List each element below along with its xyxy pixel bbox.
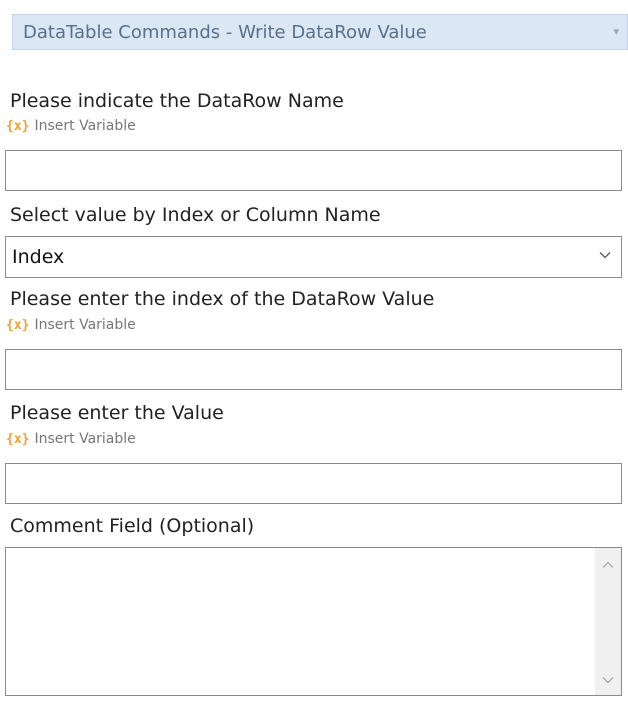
dropdown-arrow-icon: ▾ [613, 25, 619, 38]
index-insert-variable[interactable]: {x} Insert Variable [6, 317, 136, 333]
value-insert-variable[interactable]: {x} Insert Variable [6, 431, 136, 447]
comment-label: Comment Field (Optional) [10, 515, 255, 537]
index-label: Please enter the index of the DataRow Va… [10, 288, 435, 310]
datarow-name-label: Please indicate the DataRow Name [10, 90, 344, 112]
datarow-name-input[interactable] [5, 150, 622, 191]
value-label: Please enter the Value [10, 402, 224, 424]
select-mode-value: Index [12, 246, 65, 268]
comment-textarea[interactable] [5, 547, 622, 696]
command-select-value: DataTable Commands - Write DataRow Value [23, 22, 427, 43]
scroll-down-icon[interactable] [602, 676, 614, 684]
variable-icon: {x} [6, 118, 30, 134]
command-select[interactable]: DataTable Commands - Write DataRow Value… [12, 14, 628, 50]
variable-icon: {x} [6, 431, 30, 447]
select-mode-dropdown[interactable]: Index [5, 236, 622, 278]
datarow-name-insert-variable[interactable]: {x} Insert Variable [6, 118, 136, 134]
scroll-up-icon[interactable] [602, 561, 614, 569]
insert-variable-link: Insert Variable [34, 431, 136, 447]
index-input[interactable] [5, 349, 622, 390]
chevron-down-icon [599, 252, 611, 259]
insert-variable-link: Insert Variable [34, 317, 136, 333]
select-mode-label: Select value by Index or Column Name [10, 204, 381, 226]
comment-scrollbar[interactable] [595, 548, 621, 695]
command-editor: DataTable Commands - Write DataRow Value… [0, 0, 628, 708]
variable-icon: {x} [6, 317, 30, 333]
value-input[interactable] [5, 463, 622, 504]
insert-variable-link: Insert Variable [34, 118, 136, 134]
